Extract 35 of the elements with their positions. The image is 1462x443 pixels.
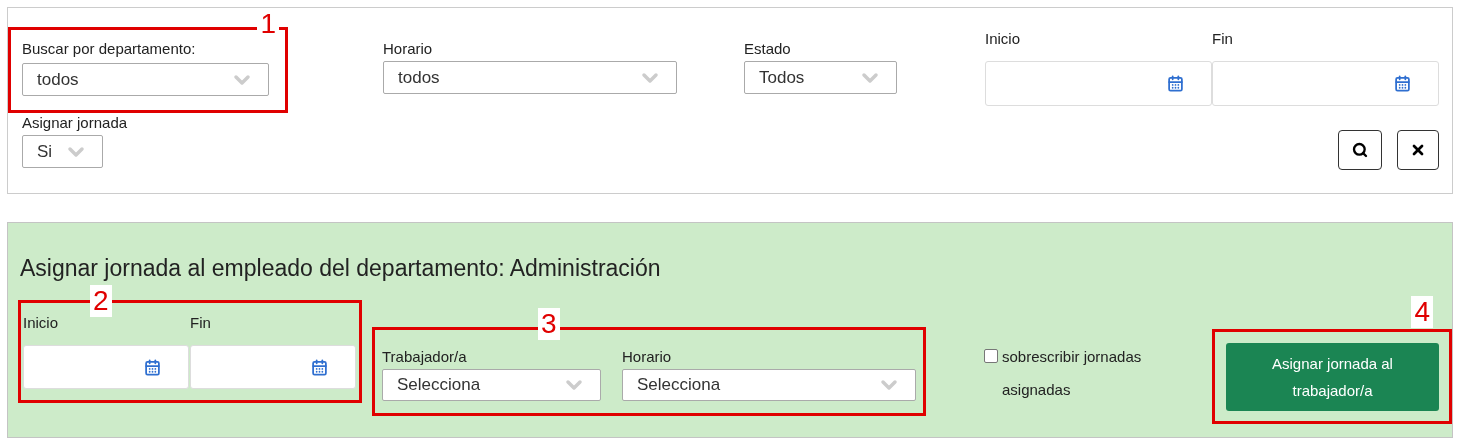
field-label: Inicio xyxy=(985,29,1022,49)
dropdown[interactable]: Selecciona xyxy=(382,369,601,401)
checkbox[interactable] xyxy=(984,349,998,363)
field-label: Trabajador/a xyxy=(382,347,468,367)
checkbox-label: sobrescribir jornadas asignadas xyxy=(1002,347,1143,400)
calendar-icon xyxy=(1167,75,1184,92)
date-field[interactable] xyxy=(1212,61,1439,106)
dropdown[interactable]: todos xyxy=(383,61,677,94)
close-button[interactable] xyxy=(1397,130,1439,170)
date-field[interactable] xyxy=(23,345,189,389)
dropdown[interactable]: Selecciona xyxy=(622,369,916,401)
date-field[interactable] xyxy=(985,61,1212,106)
calendar-icon xyxy=(311,358,328,376)
field-label: Estado xyxy=(744,39,792,59)
search-icon xyxy=(1352,142,1368,158)
field-label: Fin xyxy=(190,313,212,333)
callout-number: 3 xyxy=(538,308,560,340)
dropdown[interactable]: Si xyxy=(22,135,103,168)
callout-number: 2 xyxy=(90,285,112,317)
calendar-icon xyxy=(144,358,161,376)
date-field[interactable] xyxy=(190,345,356,389)
field-label: Fin xyxy=(1212,29,1234,49)
field-label: Horario xyxy=(622,347,673,367)
close-icon xyxy=(1410,142,1426,158)
field-label: Horario xyxy=(383,39,434,59)
dropdown[interactable]: todos xyxy=(22,63,269,96)
field-label: Buscar por departamento: xyxy=(22,39,197,59)
panel-title: Asignar jornada al empleado del departamento: Administración xyxy=(20,254,662,282)
field-label: Inicio xyxy=(23,313,60,333)
dropdown[interactable]: Todos xyxy=(744,61,897,94)
calendar-icon xyxy=(1394,75,1411,92)
assign-button[interactable]: Asignar jornada al trabajador/a xyxy=(1226,343,1439,411)
callout-number: 4 xyxy=(1411,296,1433,328)
search-button[interactable] xyxy=(1338,130,1382,170)
field-label: Asignar jornada xyxy=(22,113,128,133)
